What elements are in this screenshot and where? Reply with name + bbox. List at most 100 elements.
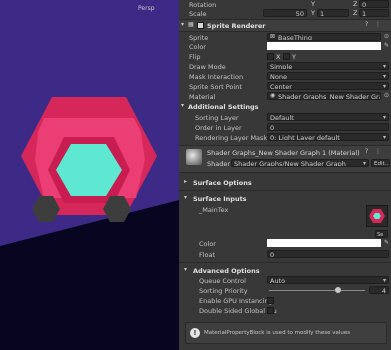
scale-x-field[interactable]: 50 bbox=[263, 9, 307, 17]
info-icon: ! bbox=[190, 328, 200, 338]
order-in-layer-field[interactable]: 0 bbox=[267, 123, 389, 131]
additional-expand-icon[interactable]: ▾ bbox=[181, 102, 184, 110]
slider-thumb[interactable] bbox=[335, 287, 342, 293]
expand-arrow-icon[interactable]: ▾ bbox=[181, 21, 184, 29]
sprite-renderer-header[interactable]: ▾ ▦ Sprite Renderer ? ⋮ bbox=[179, 19, 391, 32]
draw-mode-dropdown[interactable]: Simple bbox=[267, 62, 389, 70]
rotation-y-label: Y bbox=[311, 0, 315, 8]
gpu-instancing-checkbox[interactable] bbox=[267, 297, 274, 304]
gpu-instancing-row: Enable GPU Instancing bbox=[179, 296, 391, 305]
material-more-icon[interactable]: ⋮ bbox=[375, 148, 381, 156]
sprite-field[interactable]: BaseThing bbox=[267, 33, 381, 41]
help-icon[interactable]: ? bbox=[365, 21, 368, 29]
sprite-renderer-icon: ▦ bbox=[188, 21, 194, 28]
mask-interaction-dropdown[interactable]: None bbox=[267, 72, 389, 80]
color-row: Color ✎ bbox=[179, 42, 391, 51]
material-title: Shader Graphs_New Shader Graph 1 (Materi… bbox=[207, 149, 360, 157]
rotation-z-label: Z bbox=[353, 0, 358, 8]
flip-y-checkbox[interactable] bbox=[283, 53, 290, 60]
rotation-label: Rotation bbox=[189, 1, 217, 9]
surface-color-label: Color bbox=[199, 240, 216, 248]
float-row: Float 0 bbox=[179, 250, 391, 259]
material-picker-icon[interactable]: ⊙ bbox=[384, 92, 389, 100]
sorting-priority-label: Sorting Priority bbox=[199, 287, 248, 295]
rotation-row: Rotation Y Z 0 bbox=[179, 0, 391, 9]
material-help-icon[interactable]: ? bbox=[365, 148, 368, 156]
sorting-priority-row: Sorting Priority 4 bbox=[179, 286, 391, 295]
sprite-asset-icon: ⊠ bbox=[270, 33, 276, 40]
info-message: MaterialPropertyBlock is used to modify … bbox=[204, 330, 351, 336]
surface-options-label: Surface Options bbox=[193, 179, 252, 187]
queue-control-dropdown[interactable]: Auto bbox=[267, 276, 389, 284]
scene-ground bbox=[0, 200, 179, 350]
advanced-options-label: Advanced Options bbox=[193, 267, 260, 275]
sorting-layer-dropdown[interactable]: Default bbox=[267, 113, 389, 121]
sorting-priority-field[interactable]: 4 bbox=[369, 286, 389, 294]
scale-y-field[interactable]: 1 bbox=[317, 9, 349, 17]
surface-eyedropper-icon[interactable]: ✎ bbox=[384, 239, 389, 247]
additional-settings-label: Additional Settings bbox=[188, 103, 259, 111]
scale-z-field[interactable]: 1 bbox=[359, 9, 389, 17]
double-sided-gi-checkbox[interactable] bbox=[267, 307, 274, 314]
surface-color-swatch[interactable] bbox=[267, 239, 381, 247]
maintex-thumbnail bbox=[369, 209, 385, 223]
mask-interaction-row: Mask Interaction None bbox=[179, 72, 391, 81]
flip-label: Flip bbox=[189, 53, 201, 61]
shader-dropdown[interactable]: Shader Graphs/New Shader Graph bbox=[231, 159, 369, 167]
sprite-label: Sprite bbox=[189, 34, 209, 42]
rotation-z-field[interactable]: 0 bbox=[359, 0, 389, 8]
double-sided-gi-row: Double Sided Global Illu bbox=[179, 306, 391, 315]
info-box: ! MaterialPropertyBlock is used to modif… bbox=[185, 322, 387, 344]
select-texture-button[interactable]: Se bbox=[375, 230, 388, 238]
scene-view[interactable]: Persp bbox=[0, 0, 179, 350]
material-header[interactable]: Shader Graphs_New Shader Graph 1 (Materi… bbox=[179, 145, 391, 173]
flip-row: Flip X Y bbox=[179, 52, 391, 61]
maintex-row: _MainTex bbox=[179, 205, 391, 214]
flip-x-label: X bbox=[276, 53, 281, 61]
more-options-icon[interactable]: ⋮ bbox=[375, 21, 381, 29]
material-field[interactable]: Shader Graphs_New Shader Graph 1 bbox=[267, 92, 381, 100]
rendering-mask-label: Rendering Layer Mask bbox=[195, 134, 268, 142]
sprite-row: Sprite BaseThing ⊠ ⊙ bbox=[179, 33, 391, 42]
sprite-renderer-enabled-checkbox[interactable] bbox=[197, 22, 204, 29]
material-preview-thumb bbox=[186, 149, 202, 165]
flip-y-label: Y bbox=[292, 53, 296, 61]
surface-inputs-row[interactable]: ▾ Surface Inputs bbox=[179, 194, 391, 203]
scene-canvas bbox=[0, 97, 179, 350]
sprite-renderer-title: Sprite Renderer bbox=[207, 22, 266, 30]
additional-settings-row[interactable]: ▾ Additional Settings bbox=[179, 102, 391, 111]
surface-options-expand-icon[interactable]: ▸ bbox=[184, 178, 187, 186]
flip-x-checkbox[interactable] bbox=[267, 53, 274, 60]
advanced-options-row[interactable]: ▾ Advanced Options bbox=[179, 266, 391, 275]
surface-inputs-expand-icon[interactable]: ▾ bbox=[184, 194, 187, 202]
double-sided-gi-label: Double Sided Global Illu bbox=[199, 307, 277, 315]
sort-point-label: Sprite Sort Point bbox=[189, 83, 242, 91]
sort-point-row: Sprite Sort Point Center bbox=[179, 82, 391, 91]
maintex-texture-slot[interactable] bbox=[366, 205, 388, 227]
inspector-panel: Rotation Y Z 0 Scale 50 Y 1 Z 1 ▾ ▦ Spri… bbox=[179, 0, 391, 350]
divider bbox=[179, 190, 391, 191]
sorting-priority-slider[interactable] bbox=[269, 287, 365, 293]
eyedropper-icon[interactable]: ✎ bbox=[384, 42, 389, 50]
object-picker-icon[interactable]: ⊙ bbox=[384, 33, 389, 41]
order-in-layer-label: Order in Layer bbox=[195, 124, 242, 132]
order-in-layer-row: Order in Layer 0 bbox=[179, 123, 391, 132]
scale-y-label: Y bbox=[311, 9, 315, 17]
scale-row: Scale 50 Y 1 Z 1 bbox=[179, 9, 391, 18]
advanced-expand-icon[interactable]: ▾ bbox=[184, 266, 187, 274]
scale-label: Scale bbox=[189, 10, 207, 18]
color-label: Color bbox=[189, 43, 206, 51]
persp-label[interactable]: Persp bbox=[138, 5, 155, 12]
edit-shader-button[interactable]: Edit... bbox=[371, 159, 390, 167]
queue-control-row: Queue Control Auto bbox=[179, 276, 391, 285]
surface-options-row[interactable]: ▸ Surface Options bbox=[179, 178, 391, 187]
draw-mode-label: Draw Mode bbox=[189, 63, 226, 71]
gpu-instancing-label: Enable GPU Instancing bbox=[199, 297, 273, 305]
rendering-mask-dropdown[interactable]: 0: Light Layer default bbox=[267, 133, 389, 141]
material-label: Material bbox=[189, 93, 216, 101]
color-swatch[interactable] bbox=[267, 42, 381, 50]
sort-point-dropdown[interactable]: Center bbox=[267, 82, 389, 90]
float-field[interactable]: 0 bbox=[267, 250, 389, 258]
draw-mode-row: Draw Mode Simple bbox=[179, 62, 391, 71]
material-row: Material Shader Graphs_New Shader Graph … bbox=[179, 92, 391, 101]
